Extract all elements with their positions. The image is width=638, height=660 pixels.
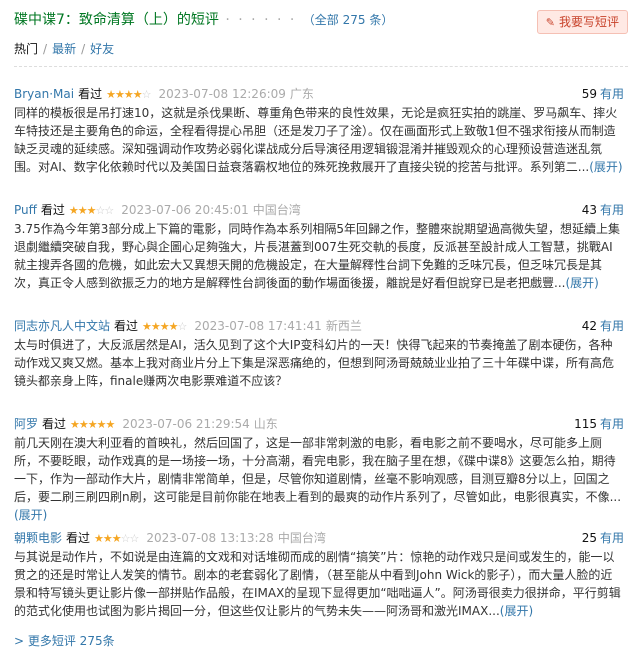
review-user-link[interactable]: 阿罗 [14, 417, 38, 431]
watch-status: 看过 [40, 203, 65, 217]
review-item: Bryan·Mai 看过 ★★★★☆ 2023-07-08 12:26:09 广东 59… [14, 86, 624, 176]
useful-count: 42 [581, 319, 597, 333]
tab-separator: / [43, 42, 48, 56]
review-item: 阿罗 看过 ★★★★★ 2023-07-06 21:29:54 山东 115 有用 前几天… [14, 416, 624, 524]
stars-filled: ★★★★ [142, 320, 178, 333]
stars-filled: ★★★★★ [70, 418, 115, 431]
title-dots: · · · · · · [225, 12, 297, 28]
comments-page: 碟中谍7：致命清算（上）的短评 · · · · · · （全部 275 条） ✎… [0, 0, 638, 660]
useful-vote: 115 有用 [574, 416, 624, 432]
review-text: 前几天刚在澳大利亚看的首映礼，然后回国了，这是一部非常刺激的电影，看电影之前不要… [14, 436, 622, 504]
useful-count: 59 [581, 87, 597, 101]
review-user-link[interactable]: Bryan·Mai [14, 87, 74, 101]
stars-empty: ☆☆ [95, 204, 115, 217]
review-user-link[interactable]: Puff [14, 203, 37, 217]
tab-latest[interactable]: 最新 [52, 42, 76, 56]
useful-vote: 43 有用 [582, 202, 624, 218]
watch-status: 看过 [114, 319, 139, 333]
review-time: 2023-07-06 20:45:01 [121, 203, 249, 217]
review-meta: 朝颗电影 看过 ★★★☆☆ 2023-07-08 13:13:28 中国台湾 25 有用 [14, 530, 624, 546]
watch-status: 看过 [78, 87, 103, 101]
review-location: 中国台湾 [252, 203, 301, 217]
tab-separator: / [81, 42, 86, 56]
rating-stars: ★★★★☆ [106, 88, 152, 101]
review-user-link[interactable]: 朝颗电影 [14, 531, 62, 545]
review-text: 3.75作為今年第3部分成上下篇的電影，同時作為本系列相隔5年回歸之作，整體來說… [14, 222, 620, 290]
rating-stars: ★★★★★ [70, 418, 115, 431]
more-reviews-link[interactable]: > 更多短评 275条 [14, 632, 115, 649]
watch-status: 看过 [42, 417, 67, 431]
watch-status: 看过 [66, 531, 91, 545]
write-review-label: 我要写短评 [558, 15, 619, 29]
review-user-link[interactable]: 同志亦凡人中文站 [14, 319, 110, 333]
useful-button[interactable]: 有用 [600, 531, 624, 545]
useful-vote: 25 有用 [582, 530, 624, 546]
section-title: 碟中谍7：致命清算（上）的短评 · · · · · · （全部 275 条） [14, 10, 393, 30]
review-text-block: 前几天刚在澳大利亚看的首映礼，然后回国了，这是一部非常刺激的电影，看电影之前不要… [14, 434, 624, 524]
review-item: 朝颗电影 看过 ★★★☆☆ 2023-07-08 13:13:28 中国台湾 25 有用 … [14, 530, 624, 620]
review-location: 广东 [289, 87, 314, 101]
review-time: 2023-07-08 12:26:09 [158, 87, 286, 101]
useful-count: 43 [581, 203, 597, 217]
review-text: 太与时俱进了，大反派居然是AI，活久见到了这个大IP变科幻片的一天！快得飞起来的… [14, 338, 615, 388]
review-location: 中国台湾 [277, 531, 326, 545]
review-item: 同志亦凡人中文站 看过 ★★★★☆ 2023-07-08 17:41:41 新西兰 42… [14, 318, 624, 390]
tab-friends[interactable]: 好友 [90, 42, 114, 56]
comments-header: 碟中谍7：致命清算（上）的短评 · · · · · · （全部 275 条） ✎… [14, 10, 628, 34]
rating-stars: ★★★☆☆ [68, 204, 115, 217]
review-location: 山东 [253, 417, 278, 431]
review-text-block: 太与时俱进了，大反派居然是AI，活久见到了这个大IP变科幻片的一天！快得飞起来的… [14, 336, 624, 390]
review-item: Puff 看过 ★★★☆☆ 2023-07-06 20:45:01 中国台湾 43 有用 … [14, 202, 624, 292]
review-text-block: 3.75作為今年第3部分成上下篇的電影，同時作為本系列相隔5年回歸之作，整體來說… [14, 220, 624, 292]
useful-vote: 42 有用 [582, 318, 624, 334]
stars-filled: ★★★ [68, 204, 97, 217]
review-time: 2023-07-08 17:41:41 [194, 319, 322, 333]
sort-tabs: 热门 / 最新 / 好友 [14, 41, 114, 57]
review-text: 同样的模板很是吊打速10，这就是杀伐果断、尊重角色带来的良性效果，无论是疯狂实拍… [14, 106, 618, 174]
total-count-link[interactable]: （全部 275 条） [303, 13, 394, 27]
useful-button[interactable]: 有用 [600, 417, 624, 431]
review-meta: Puff 看过 ★★★☆☆ 2023-07-06 20:45:01 中国台湾 43 有用 [14, 202, 624, 218]
stars-empty: ☆ [177, 320, 187, 333]
tab-hot[interactable]: 热门 [14, 42, 38, 56]
review-meta: Bryan·Mai 看过 ★★★★☆ 2023-07-08 12:26:09 广东 59… [14, 86, 624, 102]
useful-vote: 59 有用 [582, 86, 624, 102]
stars-filled: ★★★ [94, 532, 122, 545]
rating-stars: ★★★☆☆ [94, 532, 140, 545]
useful-count: 115 [574, 417, 597, 431]
write-review-button[interactable]: ✎ 我要写短评 [536, 10, 628, 34]
expand-link[interactable]: (展开) [589, 160, 622, 174]
useful-count: 25 [581, 531, 597, 545]
expand-link[interactable]: (展开) [500, 604, 533, 618]
expand-link[interactable]: (展开) [565, 276, 598, 290]
review-time: 2023-07-08 13:13:28 [146, 531, 274, 545]
stars-filled: ★★★★ [106, 88, 142, 101]
review-text-block: 与其说是动作片，不如说是由连篇的文戏和对话堆砌而成的剧情“搞笑”片：惊艳的动作戏… [14, 548, 624, 620]
stars-empty: ☆☆ [120, 532, 140, 545]
rating-stars: ★★★★☆ [142, 320, 187, 333]
stars-empty: ☆ [141, 88, 152, 101]
review-meta: 阿罗 看过 ★★★★★ 2023-07-06 21:29:54 山东 115 有用 [14, 416, 624, 432]
pencil-icon: ✎ [545, 16, 555, 29]
useful-button[interactable]: 有用 [600, 87, 624, 101]
review-time: 2023-07-06 21:29:54 [122, 417, 250, 431]
useful-button[interactable]: 有用 [600, 319, 624, 333]
review-meta: 同志亦凡人中文站 看过 ★★★★☆ 2023-07-08 17:41:41 新西兰 42… [14, 318, 624, 334]
expand-link[interactable]: (展开) [14, 508, 47, 522]
useful-button[interactable]: 有用 [600, 203, 624, 217]
review-location: 新西兰 [325, 319, 362, 333]
divider [14, 66, 628, 67]
review-text-block: 同样的模板很是吊打速10，这就是杀伐果断、尊重角色带来的良性效果，无论是疯狂实拍… [14, 104, 624, 176]
title-text: 碟中谍7：致命清算（上）的短评 [14, 12, 219, 28]
